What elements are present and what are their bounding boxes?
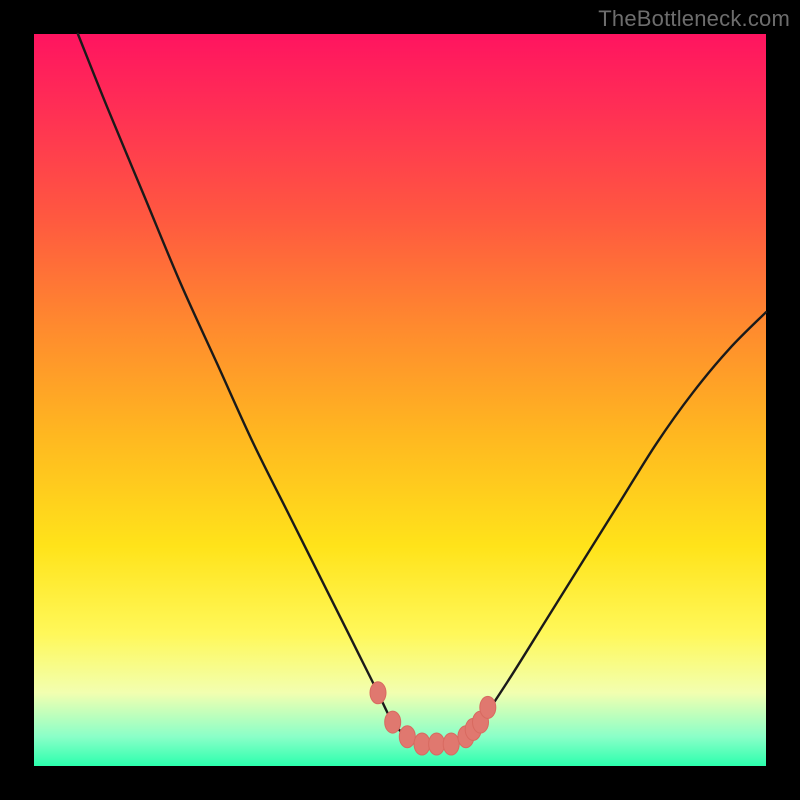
watermark-text: TheBottleneck.com <box>598 6 790 32</box>
highlight-markers <box>370 682 496 755</box>
highlight-marker <box>399 726 415 748</box>
highlight-marker <box>429 733 445 755</box>
bottleneck-curve <box>78 34 766 745</box>
curve-svg <box>34 34 766 766</box>
plot-area <box>34 34 766 766</box>
highlight-marker <box>385 711 401 733</box>
highlight-marker <box>370 682 386 704</box>
highlight-marker <box>480 696 496 718</box>
highlight-marker <box>443 733 459 755</box>
chart-frame: TheBottleneck.com <box>0 0 800 800</box>
highlight-marker <box>414 733 430 755</box>
